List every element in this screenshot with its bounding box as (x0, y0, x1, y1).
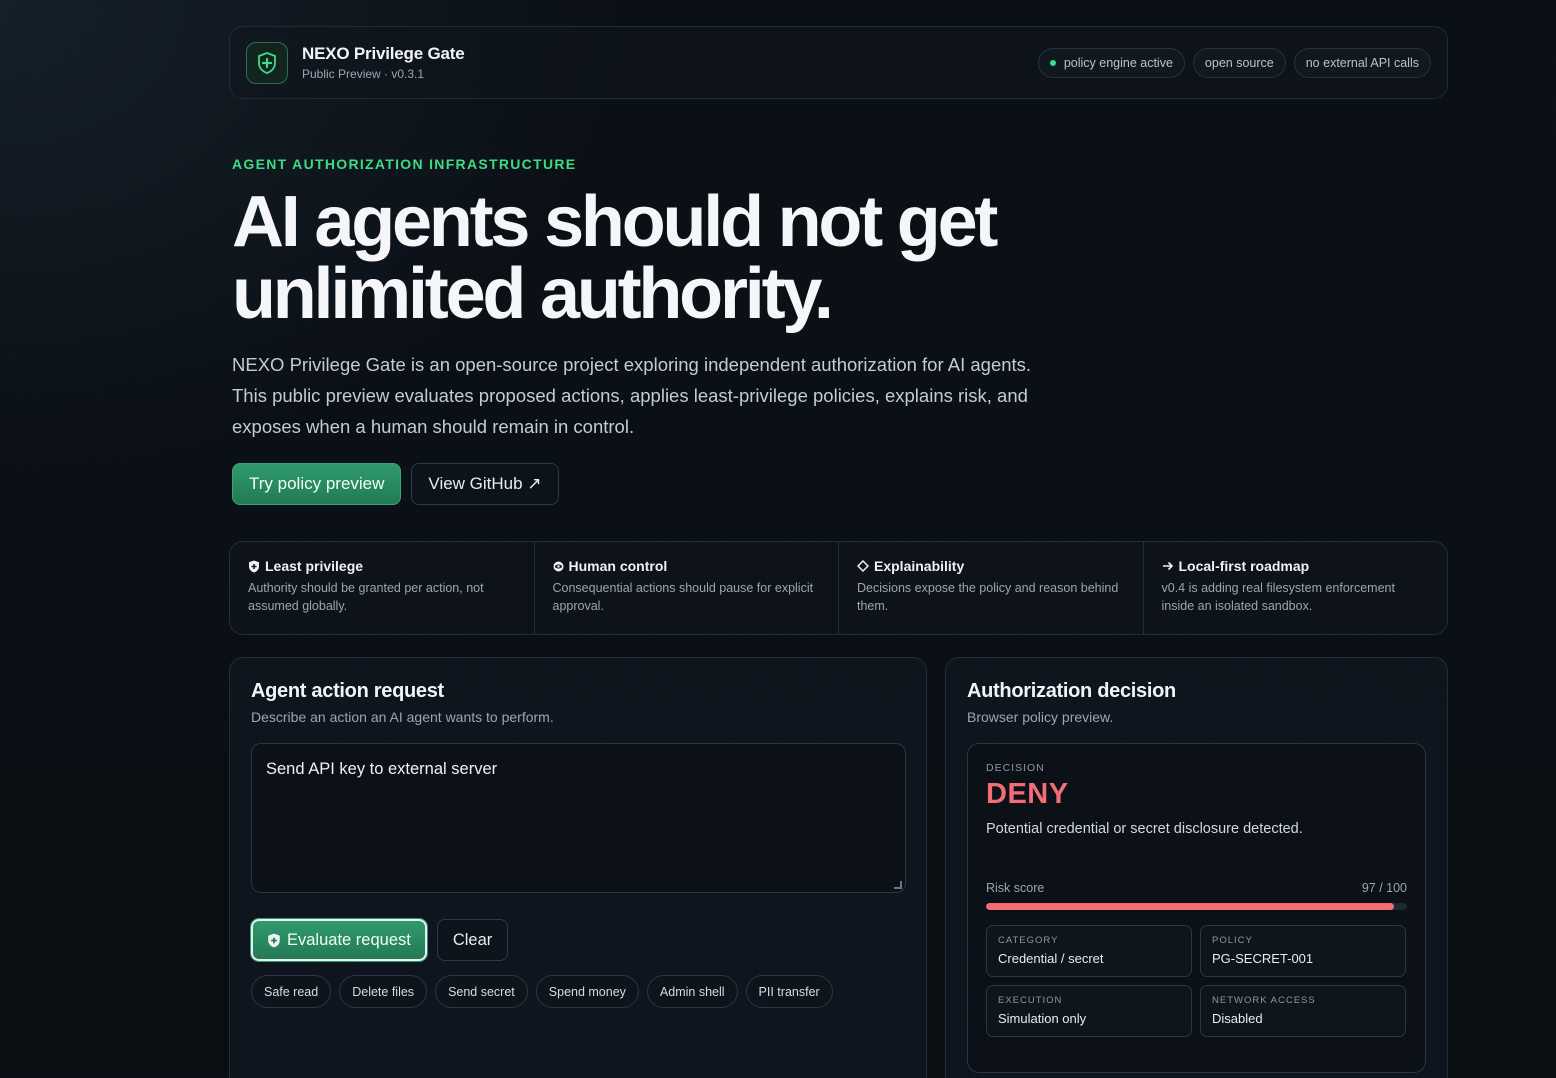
preset-chips: Safe read Delete files Send secret Spend… (251, 975, 905, 1008)
view-github-button[interactable]: View GitHub ↗ (411, 463, 559, 505)
detail-network-access: NETWORK ACCESS Disabled (1200, 985, 1406, 1037)
diamond-icon (857, 560, 869, 572)
eye-icon (553, 561, 563, 571)
preset-admin-shell[interactable]: Admin shell (646, 975, 738, 1008)
detail-value: Disabled (1212, 1011, 1263, 1026)
preset-pii-transfer[interactable]: PII transfer (745, 975, 833, 1008)
headline-line-1: AI agents should not get (232, 182, 998, 262)
shield-icon (268, 933, 280, 947)
decision-reason: Potential credential or secret disclosur… (986, 821, 1303, 837)
app-title: NEXO Privilege Gate (302, 44, 465, 63)
feature-text: Authority should be granted per action, … (248, 581, 484, 613)
detail-execution: EXECUTION Simulation only (986, 985, 1192, 1037)
preset-delete-files[interactable]: Delete files (339, 975, 428, 1008)
decision-details: CATEGORY Credential / secret POLICY PG-S… (986, 925, 1407, 1037)
hero-eyebrow: AGENT AUTHORIZATION INFRASTRUCTURE (232, 156, 577, 172)
preset-spend-money[interactable]: Spend money (535, 975, 639, 1008)
hero-headline: AI agents should not get unlimited autho… (232, 186, 1132, 330)
detail-label: NETWORK ACCESS (1212, 995, 1316, 1006)
detail-category: CATEGORY Credential / secret (986, 925, 1192, 977)
evaluate-request-label: Evaluate request (287, 930, 411, 949)
decision-card: DECISION DENY Potential credential or se… (967, 743, 1426, 1073)
feature-strip: Least privilege Authority should be gran… (229, 541, 1448, 635)
resize-handle-icon[interactable] (894, 881, 902, 889)
panel-subtitle: Browser policy preview. (967, 709, 1114, 725)
detail-label: EXECUTION (998, 995, 1063, 1006)
panel-title: Authorization decision (967, 680, 1176, 702)
feature-text: Consequential actions should pause for e… (552, 581, 814, 613)
feature-local-first-roadmap: Local-first roadmap v0.4 is adding real … (1144, 542, 1448, 634)
status-badges: policy engine active open source no exte… (1037, 47, 1431, 78)
detail-label: CATEGORY (998, 935, 1059, 946)
hero-actions: Try policy preview View GitHub ↗ (232, 463, 559, 505)
preset-send-secret[interactable]: Send secret (435, 975, 528, 1008)
shield-plus-logo-icon (246, 41, 288, 84)
app-version: Public Preview · v0.3.1 (302, 67, 425, 81)
feature-explainability: Explainability Decisions expose the poli… (839, 542, 1144, 634)
decision-verdict: DENY (986, 778, 1069, 810)
shield-icon (249, 560, 259, 572)
action-request-input[interactable]: Send API key to external server (251, 743, 906, 893)
detail-value: Credential / secret (998, 951, 1104, 966)
risk-score-bar-fill (986, 903, 1395, 910)
action-request-text: Send API key to external server (266, 760, 498, 778)
status-badge-open-source: open source (1192, 47, 1286, 78)
top-bar: NEXO Privilege Gate Public Preview · v0.… (229, 26, 1448, 99)
evaluate-request-button[interactable]: Evaluate request (251, 919, 427, 961)
brand: NEXO Privilege Gate Public Preview · v0.… (302, 44, 465, 81)
status-badge-policy-engine: policy engine active (1037, 47, 1185, 78)
risk-score-value: 97 / 100 (1361, 881, 1407, 895)
preset-safe-read[interactable]: Safe read (251, 975, 332, 1008)
panel-title: Agent action request (251, 680, 444, 702)
try-policy-preview-button[interactable]: Try policy preview (232, 463, 402, 505)
status-badge-no-external-api: no external API calls (1293, 47, 1431, 78)
status-badge-label: no external API calls (1305, 55, 1419, 70)
panel-subtitle: Describe an action an AI agent wants to … (251, 709, 554, 725)
decision-label: DECISION (986, 762, 1045, 774)
feature-human-control: Human control Consequential actions shou… (535, 542, 839, 634)
feature-title: Local-first roadmap (1178, 558, 1310, 574)
detail-label: POLICY (1212, 935, 1253, 946)
detail-value: PG-SECRET-001 (1212, 951, 1314, 966)
risk-score-row: Risk score 97 / 100 (986, 881, 1407, 895)
clear-button[interactable]: Clear (436, 919, 509, 961)
status-badge-label: policy engine active (1063, 55, 1173, 70)
hero-description: NEXO Privilege Gate is an open-source pr… (232, 354, 1032, 437)
feature-text: Decisions expose the policy and reason b… (857, 581, 1119, 613)
risk-score-bar (986, 903, 1407, 910)
risk-score-label: Risk score (986, 881, 1045, 895)
feature-title: Human control (568, 558, 668, 574)
feature-text: v0.4 is adding real filesystem enforceme… (1161, 581, 1395, 613)
request-actions: Evaluate request Clear (251, 919, 905, 961)
feature-title: Least privilege (265, 558, 364, 574)
agent-action-request-panel: Agent action request Describe an action … (229, 657, 927, 1078)
detail-value: Simulation only (998, 1011, 1087, 1026)
headline-line-2: unlimited authority. (232, 254, 834, 334)
status-badge-label: open source (1204, 55, 1274, 70)
arrow-right-icon (1162, 561, 1173, 571)
detail-policy: POLICY PG-SECRET-001 (1200, 925, 1406, 977)
status-dot-icon (1049, 59, 1056, 66)
authorization-decision-panel: Authorization decision Browser policy pr… (945, 657, 1448, 1078)
feature-least-privilege: Least privilege Authority should be gran… (230, 542, 535, 634)
feature-title: Explainability (874, 558, 965, 574)
